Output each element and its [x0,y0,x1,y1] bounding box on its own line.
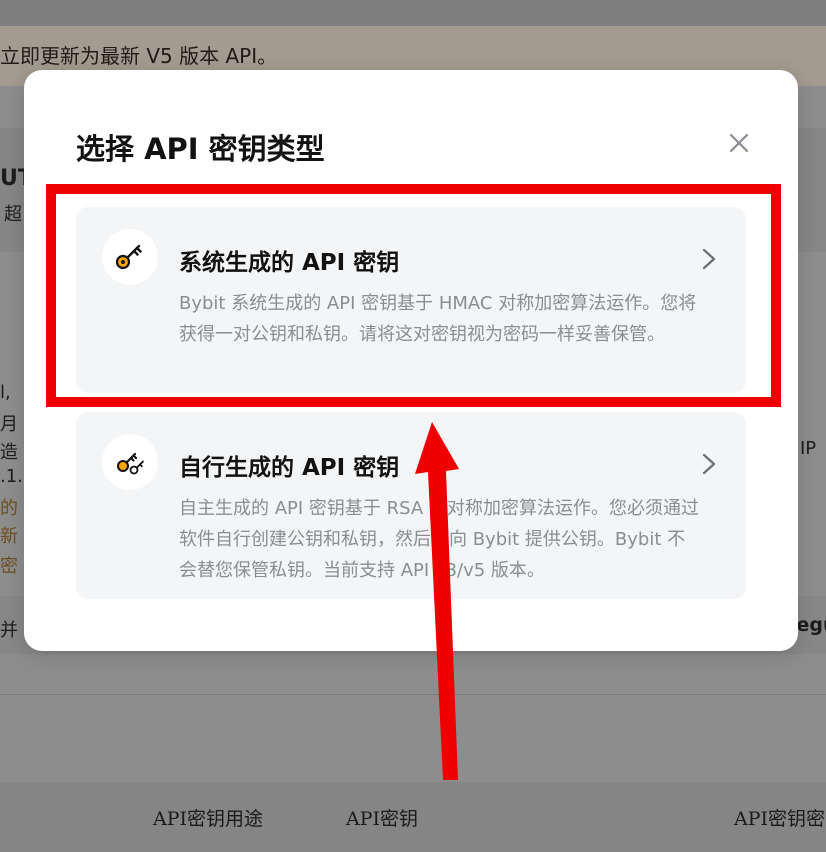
close-icon [729,133,749,153]
option-description: Bybit 系统生成的 API 密钥基于 HMAC 对称加密算法运作。您将获得一… [179,293,697,345]
close-button[interactable] [724,128,754,158]
background-top-bar [0,0,826,26]
footer-link-api-usage: API密钥用途 [153,808,264,830]
dialog-title: 选择 API 密钥类型 [76,132,325,166]
background-footer: API密钥用途 API密钥 API密钥密 [0,782,826,852]
option-title: 自行生成的 API 密钥 [179,455,400,481]
background-fragment: 造 [0,442,18,463]
background-fragment: 的 [0,498,18,519]
background-fragment: 超 [4,204,22,225]
background-fragment: 月 [0,414,18,435]
background-fragment: l, [0,382,11,403]
footer-link-api-key-more: API密钥密 [734,808,826,830]
self-generated-key-option[interactable]: 自行生成的 API 密钥 自主生成的 API 密钥基于 RSA 非对称加密算法运… [76,412,746,599]
key-icon-badge [102,229,158,285]
background-fragment: 新 [0,526,18,547]
background-fragment: 密 [0,556,18,577]
key-icon [115,244,142,270]
background-fragment: 并 [0,620,18,641]
keys-icon-badge [102,434,158,490]
system-generated-key-option[interactable]: 系统生成的 API 密钥 Bybit 系统生成的 API 密钥基于 HMAC 对… [76,207,746,393]
background-divider [0,694,826,695]
chevron-right-icon [698,245,720,273]
option-description: 自主生成的 API 密钥基于 RSA 非对称加密算法运作。您必须通过软件自行创建… [179,498,699,581]
background-fragment: IP [800,438,817,459]
chevron-right-icon [698,450,720,478]
background-fragment: .1. [0,466,23,487]
footer-link-api-key: API密钥 [346,808,419,830]
select-api-key-type-dialog: 选择 API 密钥类型 系统生成的 API 密钥 Bybit 系统生成的 API… [24,70,798,651]
keys-icon [117,452,144,475]
option-title: 系统生成的 API 密钥 [179,250,400,276]
notice-text: 立即更新为最新 V5 版本 API。 [0,44,278,68]
